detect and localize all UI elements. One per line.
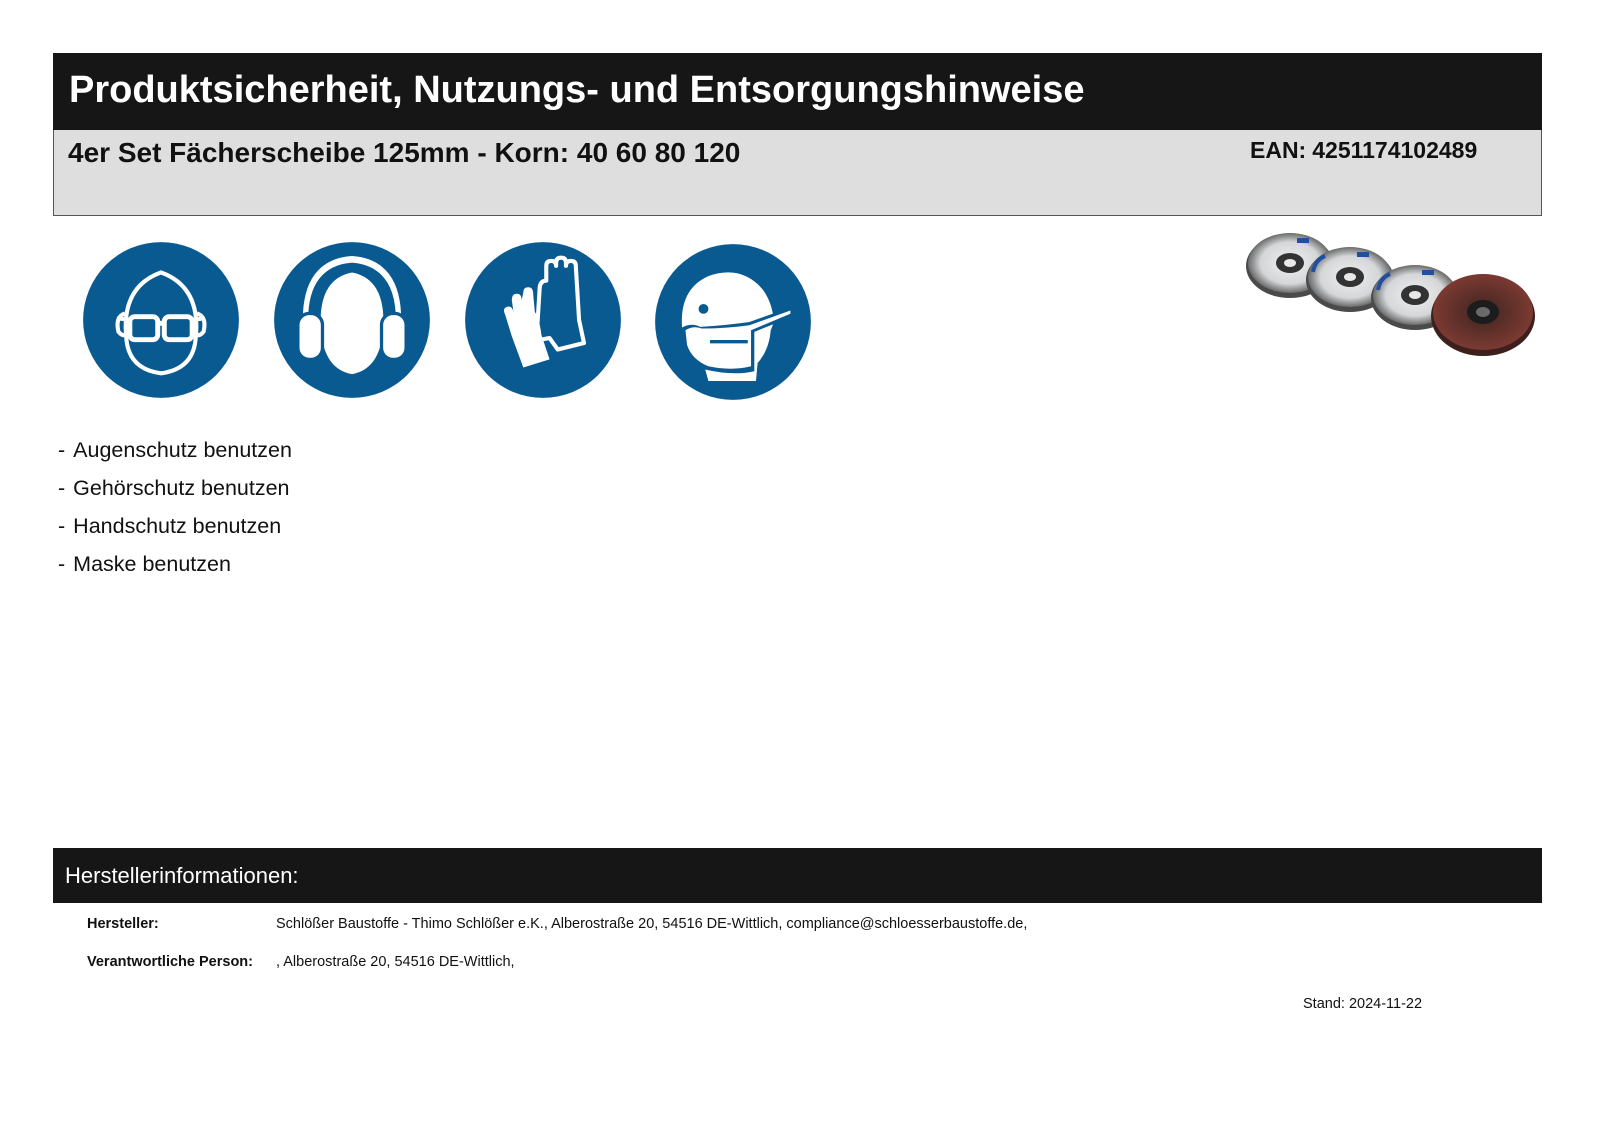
list-item: - Augenschutz benutzen [58,436,292,474]
manufacturer-label: Hersteller: [87,916,159,932]
hand-protection-icon [461,238,625,402]
stand-date: Stand: 2024-11-22 [1303,996,1423,1012]
ean-label: EAN: [1250,137,1307,163]
manufacturer-title: Herstellerinformationen: [65,863,299,888]
ean: EAN: 4251174102489 [1250,137,1477,164]
ean-value: 4251174102489 [1312,137,1478,163]
product-bar: 4er Set Fächerscheibe 125mm - Korn: 40 6… [53,130,1542,216]
list-item: - Maske benutzen [58,550,292,588]
list-dash: - [58,476,66,500]
hint-text: Handschutz benutzen [73,514,282,538]
list-dash: - [58,552,66,576]
hint-text: Maske benutzen [73,552,231,576]
hearing-protection-icon [270,238,434,402]
page-title: Produktsicherheit, Nutzungs- und Entsorg… [69,69,1085,111]
responsible-person-value: , Alberostraße 20, 54516 DE-Wittlich, [276,954,515,970]
manufacturer-value: Schlößer Baustoffe - Thimo Schlößer e.K.… [276,916,1028,932]
product-name: 4er Set Fächerscheibe 125mm - Korn: 40 6… [68,137,741,168]
mask-icon [651,240,815,404]
list-item: - Handschutz benutzen [58,512,292,550]
responsible-person-label: Verantwortliche Person: [87,954,253,970]
manufacturer-header: Herstellerinformationen: [53,848,1542,903]
list-item: - Gehörschutz benutzen [58,474,292,512]
list-dash: - [58,438,66,462]
hint-text: Gehörschutz benutzen [73,476,290,500]
hint-text: Augenschutz benutzen [73,438,292,462]
hints-list: - Augenschutz benutzen - Gehörschutz benut… [58,436,292,588]
eye-protection-icon [79,238,243,402]
list-dash: - [58,514,66,538]
title-bar: Produktsicherheit, Nutzungs- und Entsorg… [53,53,1542,130]
product-image [1245,230,1542,365]
